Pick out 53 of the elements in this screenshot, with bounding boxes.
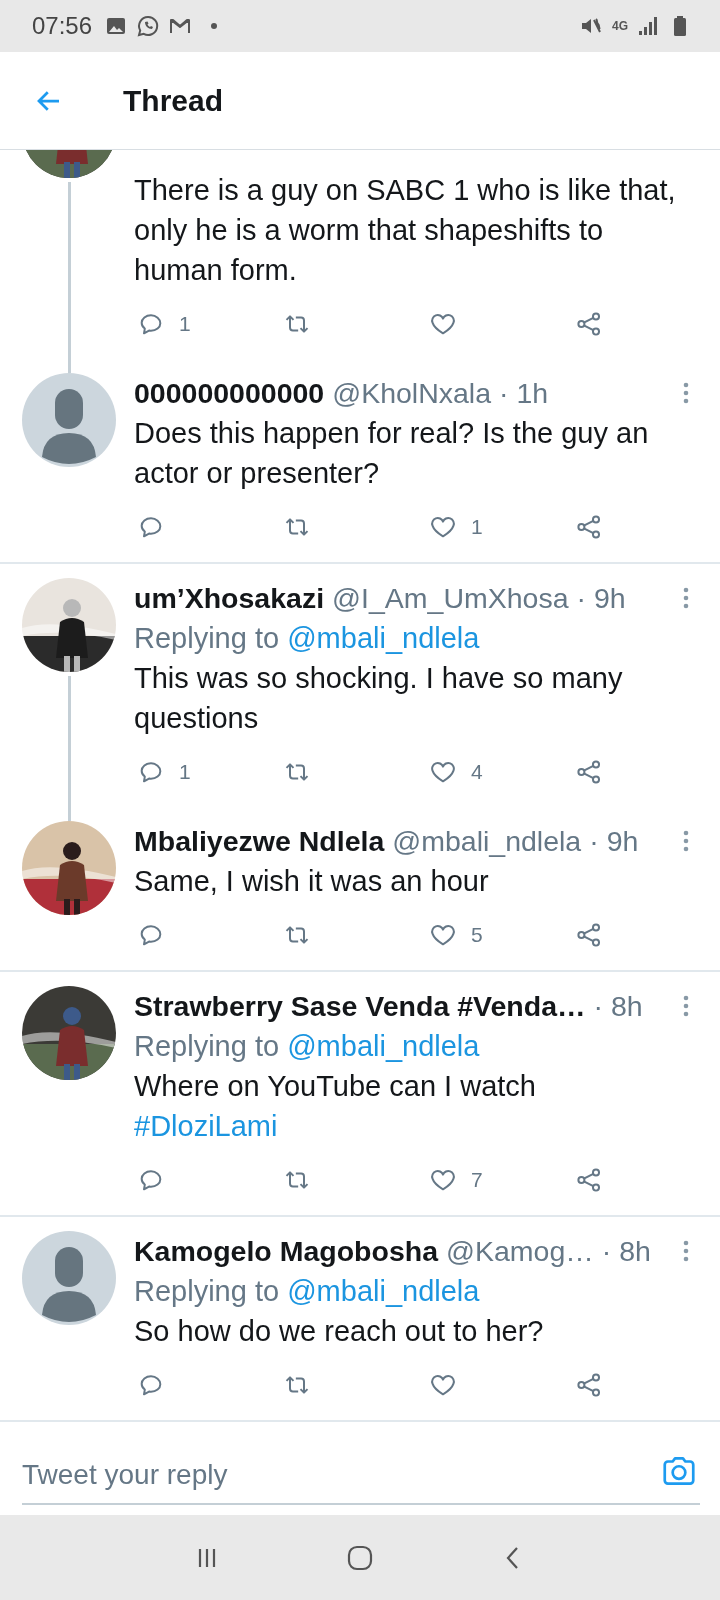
header-title: Thread <box>123 83 224 118</box>
replying-label: Replying to <box>134 1275 280 1307</box>
share-icon <box>575 921 603 949</box>
tweet-text: There is a guy on SABC 1 who is like that, only he is a worm that shapeshifts to human form. <box>134 173 677 288</box>
user-name[interactable]: Strawberry Sase Venda #Venda… <box>134 989 586 1023</box>
reply-button[interactable]: 1 <box>134 302 191 346</box>
more-icon[interactable] <box>682 994 690 1018</box>
user-name[interactable]: um’Xhosakazi <box>134 581 325 615</box>
user-handle: @I_Am_UmXhosa <box>332 581 569 615</box>
user-name[interactable]: Kamogelo Magobosha <box>134 1234 439 1268</box>
tweet-text: Where on YouTube can I watch #DloziLami <box>134 1069 537 1144</box>
chat-bubble-icon <box>136 14 161 38</box>
mention-link[interactable]: @mbali_ndlela <box>287 622 480 654</box>
tweet-time: · 8h <box>601 1234 651 1268</box>
default-avatar[interactable] <box>22 1231 116 1325</box>
user-handle: @Kamog… <box>446 1234 594 1268</box>
mention-link[interactable]: @mbali_ndlela <box>287 1275 480 1307</box>
tweet-text: So how do we reach out to her? <box>134 1314 545 1349</box>
status-time: 07:56 <box>32 12 93 40</box>
tweet-time: · 9h <box>576 581 626 615</box>
tweet-text: Same, I wish it was an hour <box>134 864 490 899</box>
share-icon <box>575 1371 603 1399</box>
share-icon <box>575 758 603 786</box>
reply-field[interactable]: Tweet your reply <box>22 1445 700 1505</box>
like-button[interactable]: 7 <box>426 1158 483 1202</box>
network-type: 4G <box>612 19 628 33</box>
replying-label: Replying to <box>134 1030 280 1062</box>
notification-dot-icon <box>210 22 219 30</box>
default-avatar[interactable] <box>22 373 116 467</box>
replying-label: Replying to <box>134 622 280 654</box>
like-button[interactable]: 5 <box>426 913 483 957</box>
tweet-text: This was so shocking. I have so many questions <box>134 661 624 736</box>
like-button[interactable]: 4 <box>426 750 483 794</box>
user-handle: @mbali_ndlela <box>392 824 582 858</box>
more-icon[interactable] <box>682 586 690 610</box>
tweet-text: Does this happen for real? Is the guy an actor or presenter? <box>134 416 650 491</box>
user-handle: @KholNxala <box>332 376 492 410</box>
tweet-time: · 1h <box>499 376 549 410</box>
hashtag-link[interactable]: #DloziLami <box>134 1110 278 1142</box>
share-icon <box>575 513 603 541</box>
more-icon[interactable] <box>682 381 690 405</box>
reply-button[interactable]: 1 <box>134 750 191 794</box>
like-button[interactable]: 1 <box>426 505 483 549</box>
tweet-time: · 8h <box>593 989 643 1023</box>
more-icon[interactable] <box>682 1239 690 1263</box>
share-icon <box>575 1166 603 1194</box>
signal-icon <box>636 14 660 38</box>
mention-link[interactable]: @mbali_ndlela <box>287 1030 480 1062</box>
user-name[interactable]: 000000000000 <box>134 376 325 410</box>
more-icon[interactable] <box>682 829 690 853</box>
tweet-time: · 9h <box>589 824 639 858</box>
share-icon <box>575 310 603 338</box>
user-name[interactable]: Mbaliyezwe Ndlela <box>134 824 385 858</box>
